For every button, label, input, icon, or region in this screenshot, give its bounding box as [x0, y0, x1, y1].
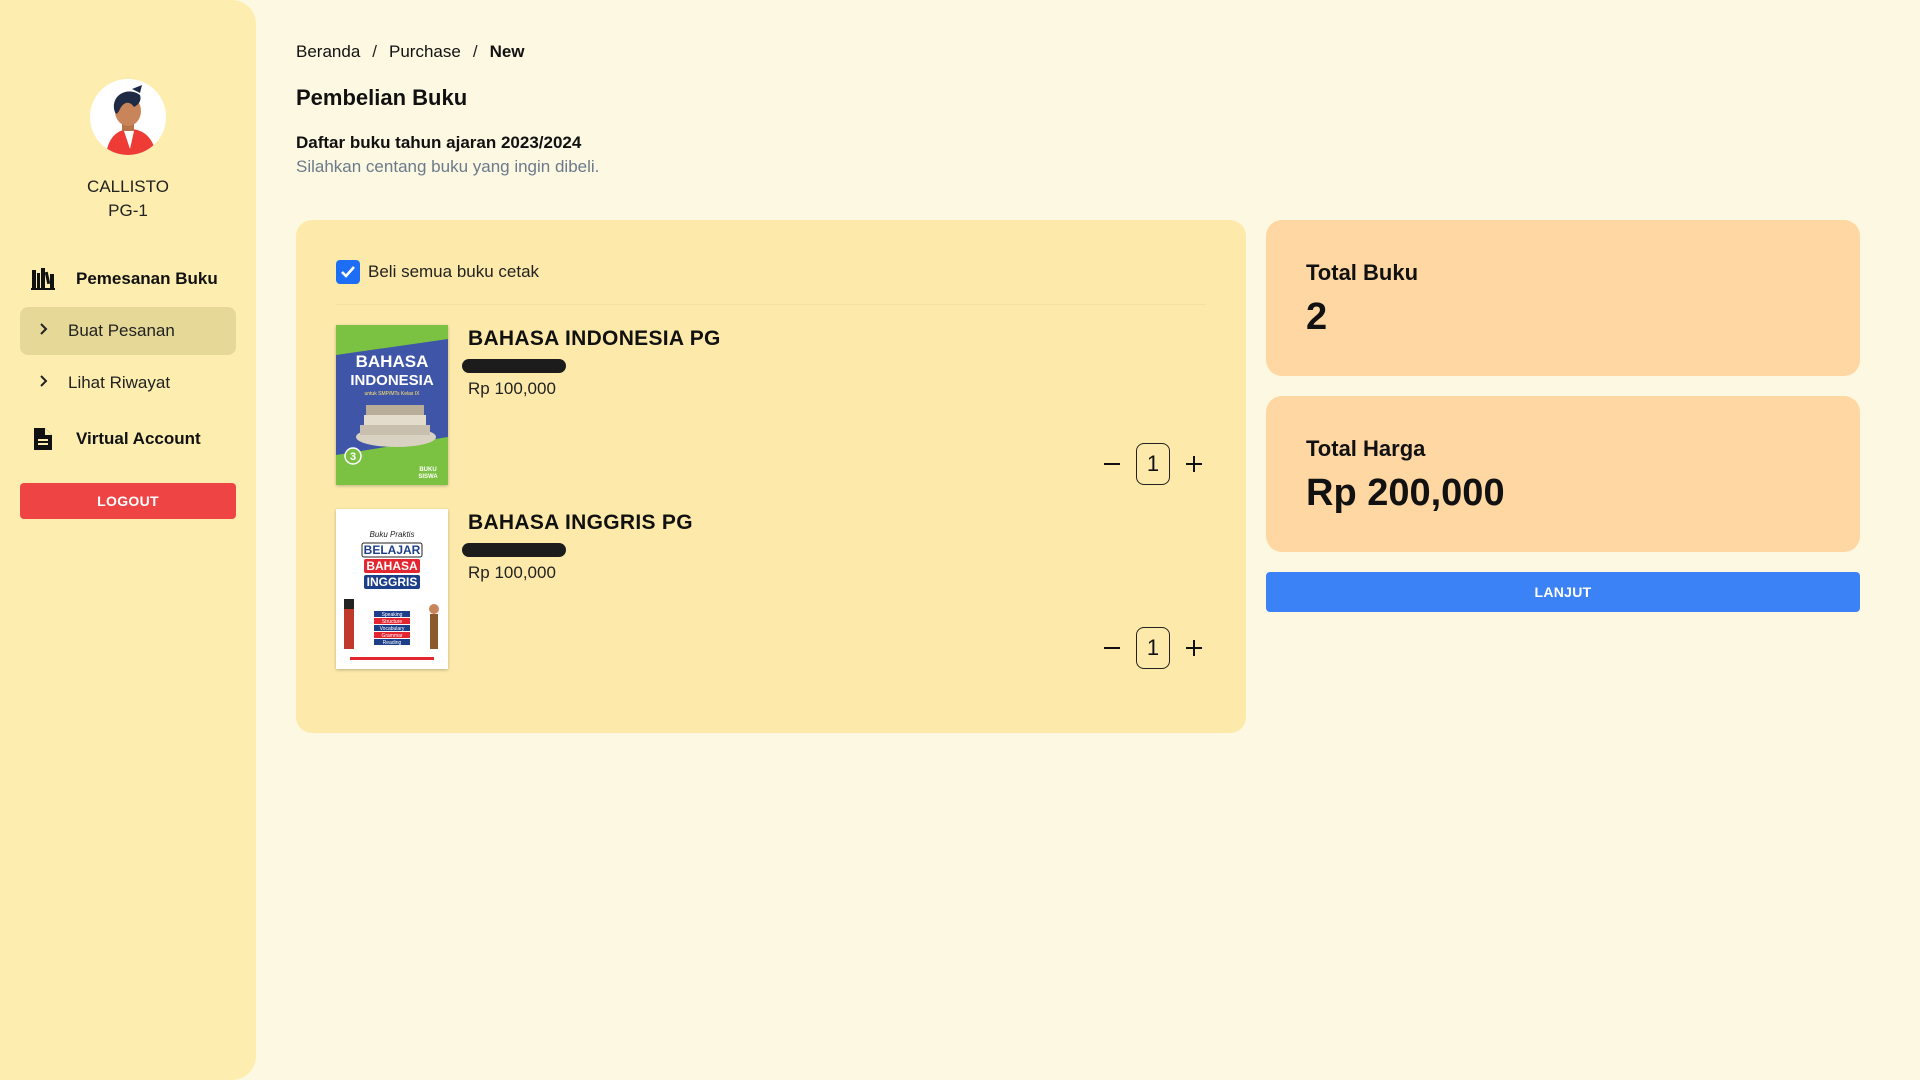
section-subtitle: Daftar buku tahun ajaran 2023/2024 — [296, 133, 582, 152]
total-price-value: Rp 200,000 — [1306, 472, 1505, 514]
svg-text:INDONESIA: INDONESIA — [350, 372, 434, 389]
svg-text:BELAJAR: BELAJAR — [364, 543, 421, 557]
book-cover-bahasa-inggris: Buku Praktis BELAJAR BAHASA INGGRIS Spea… — [336, 509, 448, 669]
total-price-label: Total Harga — [1306, 436, 1426, 461]
svg-text:BAHASA: BAHASA — [366, 559, 418, 573]
checkbox-checked-icon[interactable] — [336, 260, 360, 284]
books-icon — [30, 266, 56, 292]
avatar — [90, 79, 166, 155]
svg-text:SISWA: SISWA — [418, 474, 438, 480]
svg-text:Vocabulary: Vocabulary — [380, 626, 405, 632]
total-books-card: Total Buku 2 — [1266, 220, 1860, 376]
svg-text:INGGRIS: INGGRIS — [367, 575, 418, 589]
sidebar-item-buat-pesanan[interactable]: Buat Pesanan — [20, 307, 236, 355]
total-price-card: Total Harga Rp 200,000 — [1266, 396, 1860, 552]
chevron-right-icon — [20, 374, 68, 392]
menu-section-virtual-account-label: Virtual Account — [76, 429, 201, 448]
svg-text:BAHASA: BAHASA — [356, 352, 429, 371]
minus-icon[interactable] — [1100, 636, 1124, 660]
sidebar: CALLISTO PG-1 Pemesanan Buku Buat Pesana… — [0, 0, 256, 1080]
book-item: Buku Praktis BELAJAR BAHASA INGGRIS Spea… — [336, 509, 1206, 669]
breadcrumb-purchase[interactable]: Purchase — [389, 42, 461, 62]
minus-icon[interactable] — [1100, 452, 1124, 476]
plus-icon[interactable] — [1182, 452, 1206, 476]
svg-text:3: 3 — [350, 451, 356, 463]
document-icon — [30, 426, 56, 452]
breadcrumb-current: New — [489, 42, 525, 61]
svg-text:Speaking: Speaking — [382, 612, 403, 618]
svg-text:Grammar: Grammar — [381, 633, 402, 639]
menu-section-pemesanan-label: Pemesanan Buku — [76, 269, 218, 288]
book-cover-bahasa-indonesia: BAHASA INDONESIA untuk SMP/MTs Kelas IX … — [336, 325, 448, 485]
helper-text: Silahkan centang buku yang ingin dibeli. — [296, 157, 600, 176]
divider — [336, 304, 1206, 305]
user-class: PG-1 — [108, 201, 148, 220]
book-title: BAHASA INGGRIS PG — [468, 511, 693, 534]
select-all-checkbox[interactable]: Beli semua buku cetak — [336, 260, 539, 284]
book-list-card: Beli semua buku cetak BAHASA INDONESIA u… — [296, 220, 1246, 733]
svg-text:untuk SMP/MTs Kelas IX: untuk SMP/MTs Kelas IX — [364, 391, 420, 397]
continue-button[interactable]: LANJUT — [1266, 572, 1860, 612]
user-name: CALLISTO — [87, 177, 169, 196]
book-title: BAHASA INDONESIA PG — [468, 327, 721, 350]
book-price: Rp 100,000 — [468, 379, 556, 398]
avatar-illustration — [90, 79, 166, 155]
menu-section-virtual-account[interactable]: Virtual Account — [30, 424, 201, 454]
redaction-mark — [462, 543, 566, 557]
svg-text:Structure: Structure — [382, 619, 403, 625]
breadcrumb: Beranda / Purchase / New — [296, 42, 525, 62]
breadcrumb-beranda[interactable]: Beranda — [296, 42, 360, 62]
page-title: Pembelian Buku — [296, 85, 468, 110]
book-price: Rp 100,000 — [468, 563, 556, 582]
svg-text:Reading: Reading — [383, 640, 402, 646]
quantity-stepper: 1 — [1100, 443, 1206, 485]
sidebar-item-label: Lihat Riwayat — [68, 373, 171, 392]
chevron-right-icon — [20, 322, 68, 340]
breadcrumb-separator: / — [472, 42, 478, 61]
svg-text:BUKU: BUKU — [419, 467, 436, 473]
book-item: BAHASA INDONESIA untuk SMP/MTs Kelas IX … — [336, 325, 1206, 485]
quantity-input[interactable]: 1 — [1136, 627, 1170, 669]
sidebar-item-label: Buat Pesanan — [68, 321, 175, 340]
breadcrumb-separator: / — [372, 42, 378, 61]
total-books-value: 2 — [1306, 296, 1328, 338]
total-books-label: Total Buku — [1306, 260, 1419, 285]
logout-button[interactable]: LOGOUT — [20, 483, 236, 519]
redaction-mark — [462, 359, 566, 373]
select-all-label: Beli semua buku cetak — [368, 262, 540, 281]
menu-section-pemesanan[interactable]: Pemesanan Buku — [30, 264, 218, 294]
sidebar-item-lihat-riwayat[interactable]: Lihat Riwayat — [20, 359, 236, 407]
plus-icon[interactable] — [1182, 636, 1206, 660]
svg-text:Buku Praktis: Buku Praktis — [370, 530, 415, 539]
quantity-stepper: 1 — [1100, 627, 1206, 669]
quantity-input[interactable]: 1 — [1136, 443, 1170, 485]
